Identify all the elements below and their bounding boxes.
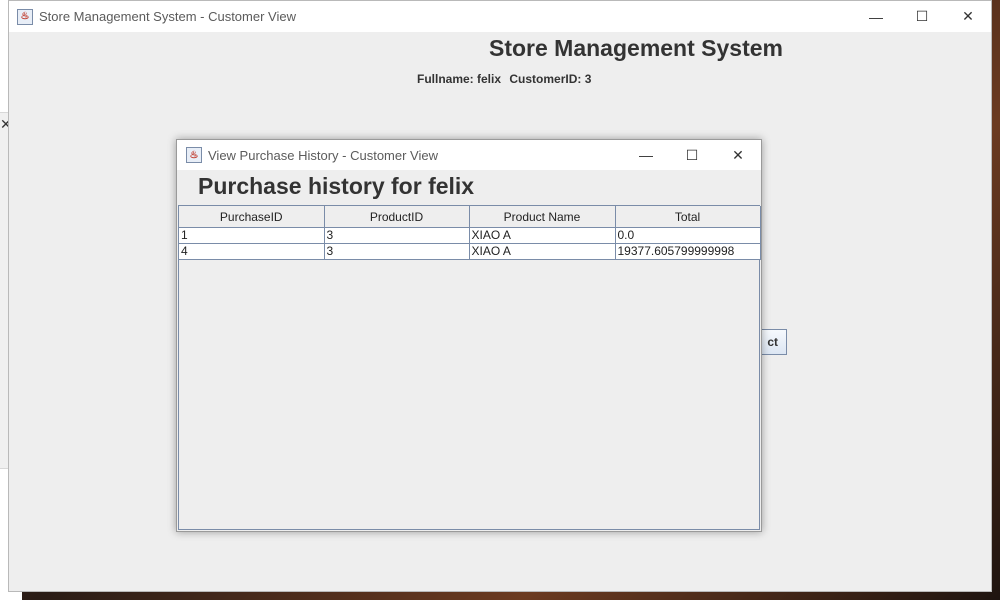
maximize-icon[interactable]: ☐	[899, 1, 945, 32]
user-info: Fullname: felix CustomerID: 3	[417, 72, 596, 86]
customer-id-label: CustomerID: 3	[509, 72, 592, 86]
table-row[interactable]: 4 3 XIAO A 19377.605799999998	[179, 243, 761, 260]
minimize-icon[interactable]: —	[623, 140, 669, 170]
table-row[interactable]: 1 3 XIAO A 0.0	[179, 227, 761, 244]
cell-purchaseid[interactable]: 4	[179, 243, 325, 260]
dialog-titlebar[interactable]: ♨ View Purchase History - Customer View …	[177, 140, 761, 170]
cell-product-name[interactable]: XIAO A	[469, 243, 616, 260]
main-window-title: Store Management System - Customer View	[39, 9, 296, 24]
fullname-label: Fullname: felix	[417, 72, 502, 86]
dialog-heading: Purchase history for felix	[198, 173, 475, 199]
main-titlebar[interactable]: ♨ Store Management System - Customer Vie…	[9, 1, 991, 32]
purchase-table[interactable]: PurchaseID ProductID Product Name Total …	[179, 206, 761, 260]
column-header-purchaseid[interactable]: PurchaseID	[179, 206, 325, 228]
main-window-controls: — ☐ ✕	[853, 1, 991, 32]
cell-total[interactable]: 0.0	[615, 227, 761, 244]
maximize-icon[interactable]: ☐	[669, 140, 715, 170]
java-app-icon: ♨	[186, 147, 202, 163]
dialog-window-controls: — ☐ ✕	[623, 140, 761, 170]
cell-product-name[interactable]: XIAO A	[469, 227, 616, 244]
table-header-row: PurchaseID ProductID Product Name Total	[179, 206, 761, 228]
column-header-product-name[interactable]: Product Name	[469, 206, 616, 228]
purchase-table-scrollpane[interactable]: PurchaseID ProductID Product Name Total …	[178, 205, 761, 530]
close-icon[interactable]: ✕	[945, 1, 991, 32]
column-header-total[interactable]: Total	[615, 206, 761, 228]
minimize-icon[interactable]: —	[853, 1, 899, 32]
purchase-history-dialog: ♨ View Purchase History - Customer View …	[176, 139, 762, 532]
page-title: Store Management System	[489, 35, 783, 61]
column-header-productid[interactable]: ProductID	[324, 206, 470, 228]
cell-purchaseid[interactable]: 1	[179, 227, 325, 244]
dialog-title: View Purchase History - Customer View	[208, 147, 438, 163]
cell-productid[interactable]: 3	[324, 227, 470, 244]
cell-productid[interactable]: 3	[324, 243, 470, 260]
java-app-icon: ♨	[17, 8, 33, 25]
cell-total[interactable]: 19377.605799999998	[615, 243, 761, 260]
close-icon[interactable]: ✕	[715, 140, 761, 170]
